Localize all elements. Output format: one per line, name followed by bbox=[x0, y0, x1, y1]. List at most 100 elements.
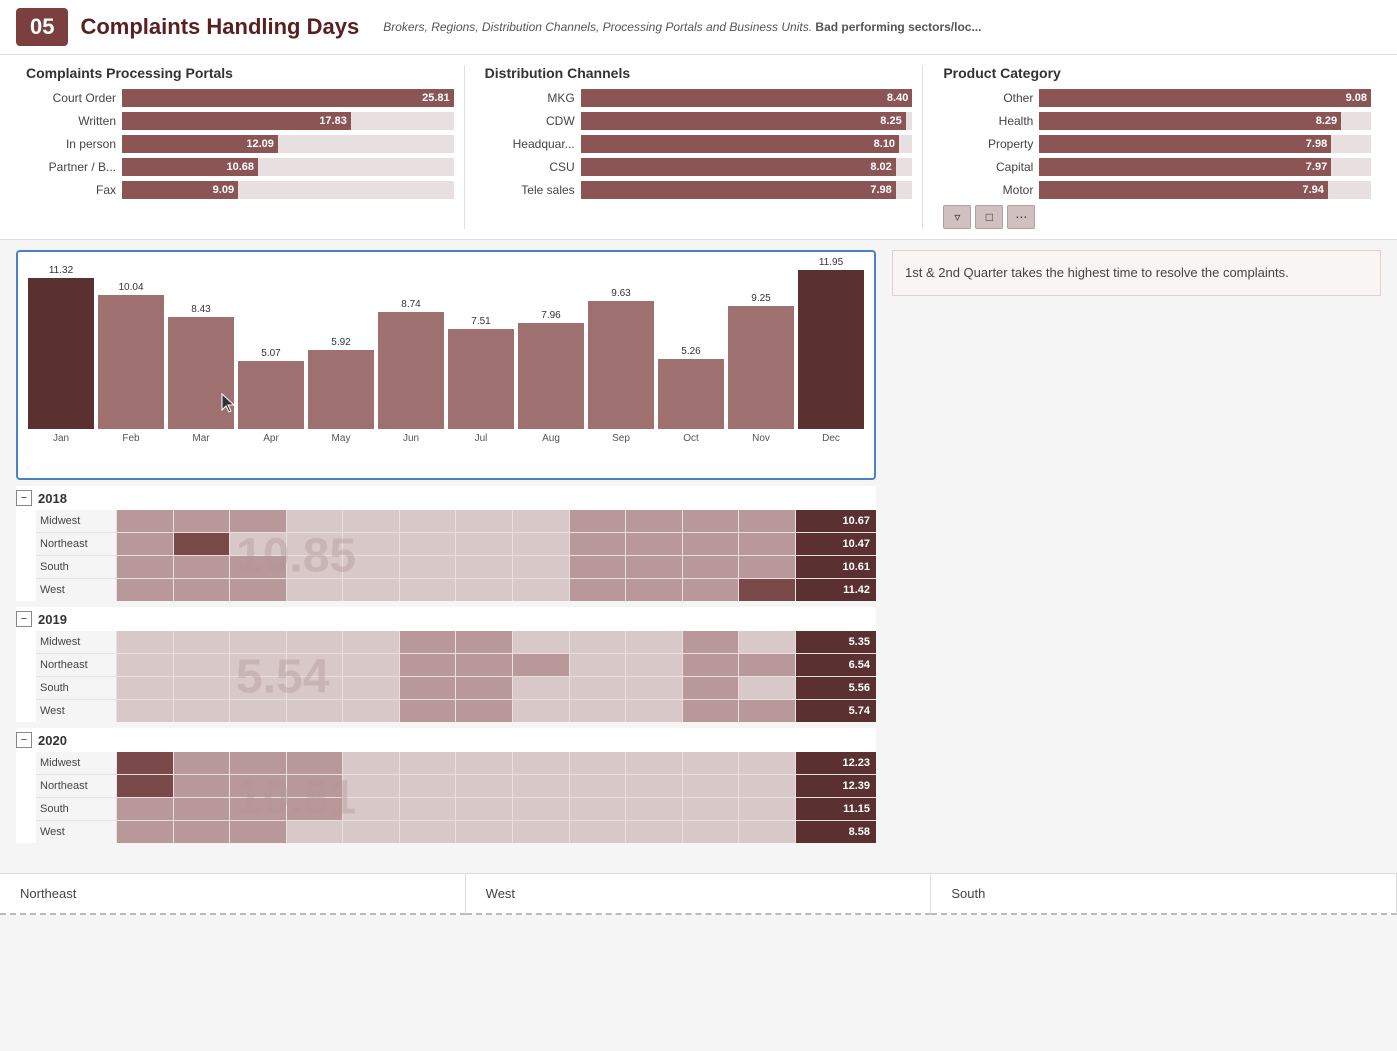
heatmap-row-value: 6.54 bbox=[796, 654, 876, 676]
chart-bar[interactable] bbox=[798, 270, 864, 429]
chart-bar[interactable] bbox=[448, 329, 514, 429]
chart-bar-col[interactable]: 5.92May bbox=[308, 337, 374, 444]
header: 05 Complaints Handling Days Brokers, Reg… bbox=[0, 0, 1397, 55]
heatmap-cell bbox=[117, 631, 173, 653]
export-icon[interactable]: □ bbox=[975, 205, 1003, 229]
bar-fill: 8.40 bbox=[581, 89, 913, 107]
chart-bar-col[interactable]: 7.51Jul bbox=[448, 316, 514, 444]
chart-month-label: Dec bbox=[822, 433, 840, 444]
heatmap-cell bbox=[343, 775, 399, 797]
year-section: −2018Midwest10.67Northeast10.47South10.6… bbox=[16, 486, 876, 601]
heatmap-cell bbox=[683, 677, 739, 699]
heatmap-cell bbox=[456, 677, 512, 699]
tab-south[interactable]: South bbox=[931, 874, 1397, 915]
heatmap-cell bbox=[117, 556, 173, 578]
heatmap-cell bbox=[400, 775, 456, 797]
bar-row: Court Order25.81 bbox=[26, 89, 454, 107]
chart-bar-col[interactable]: 10.04Feb bbox=[98, 282, 164, 444]
heatmap-cell bbox=[400, 556, 456, 578]
chart-bar-col[interactable]: 5.26Oct bbox=[658, 346, 724, 444]
bar-fill: 10.68 bbox=[122, 158, 258, 176]
header-description: Brokers, Regions, Distribution Channels,… bbox=[383, 20, 1381, 34]
bar-label: Headquar... bbox=[485, 137, 575, 151]
bottom-tabs[interactable]: Northeast West South bbox=[0, 873, 1397, 915]
heatmap-cell bbox=[626, 798, 682, 820]
chart-bar[interactable] bbox=[238, 361, 304, 429]
bar-value-label: 8.10 bbox=[874, 138, 895, 150]
heatmap-cell bbox=[230, 510, 286, 532]
heatmap-cell bbox=[570, 821, 626, 843]
heatmap-cell bbox=[400, 700, 456, 722]
heatmap-cell bbox=[287, 700, 343, 722]
heatmap-cell bbox=[343, 631, 399, 653]
heatmap-row-value: 12.39 bbox=[796, 775, 876, 797]
bar-label: Partner / B... bbox=[26, 160, 116, 174]
heatmap-cell bbox=[230, 556, 286, 578]
bar-row: Fax9.09 bbox=[26, 181, 454, 199]
chart-bar-value: 11.32 bbox=[49, 265, 73, 276]
chart-month-label: Oct bbox=[683, 433, 699, 444]
chart-bar[interactable] bbox=[588, 301, 654, 429]
chart-bar[interactable] bbox=[728, 306, 794, 429]
bar-label: Motor bbox=[943, 183, 1033, 197]
heatmap-cell bbox=[456, 775, 512, 797]
heatmap-cell bbox=[230, 700, 286, 722]
heatmap-row-value: 11.42 bbox=[796, 579, 876, 601]
heatmap-cell bbox=[343, 533, 399, 555]
bar-row: In person12.09 bbox=[26, 135, 454, 153]
heatmap-cell bbox=[343, 752, 399, 774]
heatmap-row-value: 5.35 bbox=[796, 631, 876, 653]
heatmap-cell bbox=[117, 579, 173, 601]
chart-bar-value: 9.25 bbox=[751, 293, 770, 304]
heatmap-cell bbox=[456, 631, 512, 653]
heatmap-cell bbox=[343, 677, 399, 699]
heatmap-cell bbox=[174, 677, 230, 699]
heatmap-cell bbox=[174, 821, 230, 843]
heatmap-cell bbox=[117, 533, 173, 555]
chart-bar-col[interactable]: 8.43Mar bbox=[168, 304, 234, 444]
chart-bar[interactable] bbox=[378, 312, 444, 429]
tab-west[interactable]: West bbox=[466, 874, 932, 915]
bar-row: Motor 7.94 bbox=[943, 181, 1371, 199]
chart-bar-col[interactable]: 9.25 Nov bbox=[728, 293, 794, 444]
heatmap-cell bbox=[570, 533, 626, 555]
year-toggle-button[interactable]: − bbox=[16, 732, 32, 748]
more-icon[interactable]: ⋯ bbox=[1007, 205, 1035, 229]
chart-bar[interactable] bbox=[98, 295, 164, 429]
bar-fill: 7.94 bbox=[1039, 181, 1328, 199]
bar-fill: 8.25 bbox=[581, 112, 906, 130]
chart-bar-col[interactable]: 11.95Dec bbox=[798, 257, 864, 444]
heatmap-cell bbox=[230, 533, 286, 555]
chart-month-label: Nov bbox=[752, 433, 770, 444]
chart-bar[interactable] bbox=[518, 323, 584, 429]
heatmap-cell bbox=[287, 775, 343, 797]
chart-bar-col[interactable]: 5.07Apr bbox=[238, 348, 304, 444]
section-number: 05 bbox=[16, 8, 68, 46]
chart-bar-value: 7.96 bbox=[541, 310, 560, 321]
chart-bar-value: 9.63 bbox=[611, 288, 630, 299]
tab-northeast[interactable]: Northeast bbox=[0, 874, 466, 915]
chart-bar-col[interactable]: 9.63Sep bbox=[588, 288, 654, 444]
year-label: 2019 bbox=[38, 612, 67, 627]
filter-icon[interactable]: ▿ bbox=[943, 205, 971, 229]
heatmap-cell bbox=[626, 752, 682, 774]
chart-bar[interactable] bbox=[168, 317, 234, 429]
chart-bar[interactable] bbox=[658, 359, 724, 429]
chart-month-label: Jun bbox=[403, 433, 419, 444]
chart-bar[interactable] bbox=[308, 350, 374, 429]
chart-bar-col[interactable]: 7.96Aug bbox=[518, 310, 584, 444]
year-toggle-button[interactable]: − bbox=[16, 611, 32, 627]
heatmap-cell bbox=[230, 752, 286, 774]
heatmap-cell bbox=[570, 677, 626, 699]
heatmap-cell bbox=[626, 510, 682, 532]
chart-bar[interactable] bbox=[28, 278, 94, 429]
heatmap-cell bbox=[174, 654, 230, 676]
chart-bar-col[interactable]: 11.32Jan bbox=[28, 265, 94, 444]
heatmap-cell bbox=[287, 631, 343, 653]
filter-icons-group: ▿ □ ⋯ bbox=[943, 205, 1371, 229]
year-toggle-button[interactable]: − bbox=[16, 490, 32, 506]
heatmap-region-label: South bbox=[36, 798, 116, 820]
right-panel: 1st & 2nd Quarter takes the highest time… bbox=[892, 250, 1381, 843]
heatmap-cell bbox=[117, 752, 173, 774]
chart-bar-col[interactable]: 8.74Jun bbox=[378, 299, 444, 444]
